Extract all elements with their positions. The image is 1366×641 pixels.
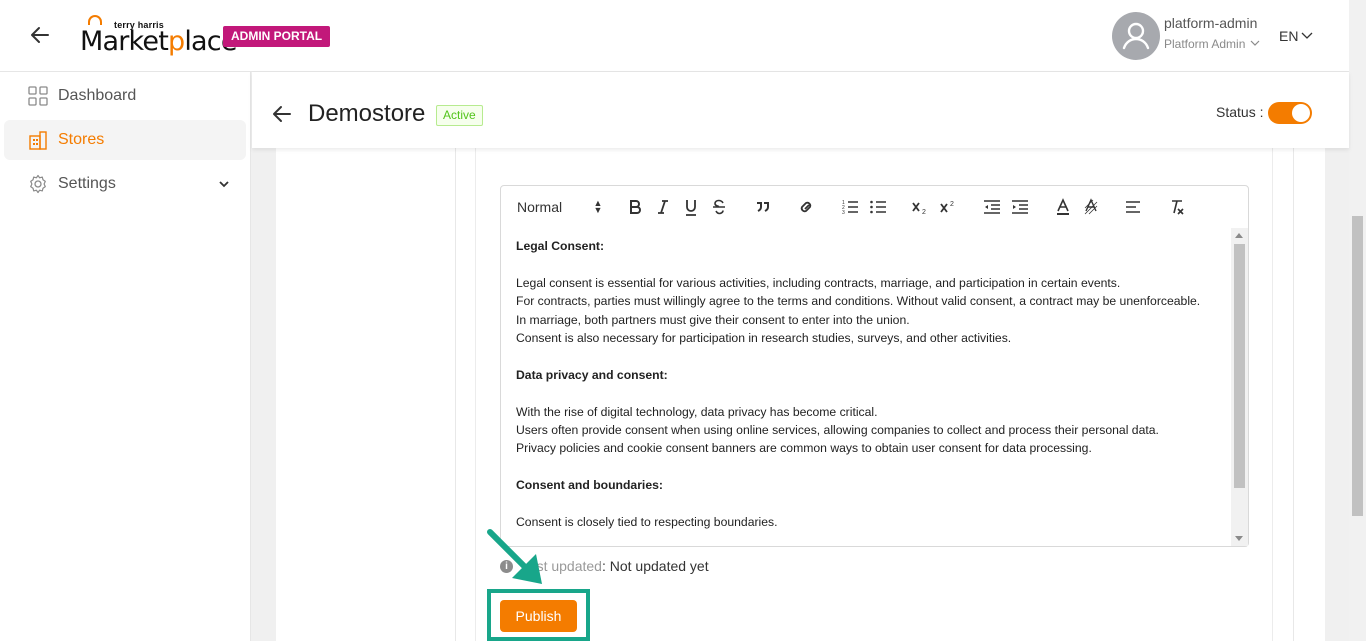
dashboard-icon: [28, 86, 48, 106]
sidebar-item-stores[interactable]: Stores: [4, 120, 246, 160]
last-updated-value: : Not updated yet: [601, 558, 709, 574]
outdent-icon[interactable]: [983, 196, 1001, 218]
annotation-arrow-icon: [487, 529, 542, 584]
bag-icon: [88, 15, 102, 25]
sidebar-item-label: Dashboard: [58, 87, 137, 104]
status-label: Status :: [1216, 104, 1264, 120]
page-title: Demostore: [308, 100, 426, 127]
clear-format-icon[interactable]: [1169, 196, 1185, 218]
sidebar-item-label: Settings: [58, 175, 116, 192]
ordered-list-icon[interactable]: 1 2 3: [841, 196, 859, 218]
select-arrows-icon[interactable]: ▲ ▼: [593, 196, 603, 218]
scroll-down-icon[interactable]: [1235, 536, 1243, 541]
sidebar-item-settings[interactable]: Settings: [4, 164, 246, 204]
user-avatar[interactable]: [1112, 12, 1160, 60]
marketplace-logo[interactable]: terry harris Marketplace: [78, 14, 237, 58]
content-line: Legal consent is essential for various a…: [516, 275, 1121, 290]
content-heading: Consent and boundaries:: [516, 478, 663, 493]
content-line: For contracts, parties must willingly ag…: [516, 294, 1201, 309]
scrollbar-thumb[interactable]: [1234, 244, 1245, 488]
content-line: Privacy policies and cookie consent bann…: [516, 441, 1092, 456]
page-header: Demostore Active Status :: [252, 72, 1349, 148]
indent-icon[interactable]: [1011, 196, 1029, 218]
language-selector[interactable]: EN: [1279, 28, 1298, 44]
editor-content[interactable]: Legal Consent: Legal consent is essentia…: [501, 228, 1230, 546]
bold-icon[interactable]: [627, 196, 643, 218]
divider: [455, 148, 456, 641]
back-arrow-icon[interactable]: [272, 104, 292, 124]
format-select[interactable]: Normal: [517, 196, 562, 218]
scroll-up-icon[interactable]: [1235, 233, 1243, 238]
bullet-list-icon[interactable]: [869, 196, 887, 218]
svg-text:3: 3: [842, 210, 845, 216]
top-header: terry harris Marketplace ADMIN PORTAL pl…: [0, 0, 1349, 72]
chevron-down-icon[interactable]: [1301, 30, 1313, 42]
scrollbar-thumb[interactable]: [1352, 216, 1363, 516]
status-toggle[interactable]: [1268, 102, 1312, 124]
content-line: Users often provide consent when using o…: [516, 423, 1159, 438]
content-line: Consent is closely tied to respecting bo…: [516, 515, 778, 530]
blockquote-icon[interactable]: [755, 196, 771, 218]
user-role[interactable]: Platform Admin: [1164, 37, 1245, 51]
svg-text:2: 2: [950, 201, 954, 208]
chevron-down-icon[interactable]: [1250, 38, 1260, 48]
user-name[interactable]: platform-admin: [1164, 15, 1257, 31]
align-icon[interactable]: [1125, 196, 1141, 218]
content-heading: Data privacy and consent:: [516, 367, 668, 382]
publish-button[interactable]: Publish: [500, 600, 577, 632]
logo-big-text: Marketplace: [80, 26, 237, 57]
italic-icon[interactable]: [655, 196, 671, 218]
content-line: With the rise of digital technology, dat…: [516, 404, 878, 419]
sidebar: Dashboard Stores Settings: [0, 72, 251, 641]
back-arrow-icon[interactable]: [28, 23, 52, 47]
stores-icon: [29, 131, 47, 150]
divider: [1293, 148, 1294, 641]
underline-icon[interactable]: [683, 196, 699, 218]
toggle-knob: [1292, 104, 1310, 122]
status-badge: Active: [436, 105, 483, 126]
user-icon: [1122, 22, 1150, 50]
editor-toolbar: Normal ▲ ▼ 1 2 3 2 2: [501, 186, 1248, 228]
svg-text:2: 2: [922, 209, 926, 216]
content-heading: Legal Consent:: [516, 239, 605, 253]
gear-icon: [30, 174, 46, 194]
sidebar-item-dashboard[interactable]: Dashboard: [4, 76, 246, 116]
content-line: In marriage, both partners must give the…: [516, 312, 910, 327]
editor-scrollbar[interactable]: [1231, 228, 1248, 546]
content-line: Consent is also necessary for participat…: [516, 331, 1012, 346]
subscript-icon[interactable]: 2: [911, 196, 929, 218]
sidebar-item-label: Stores: [58, 131, 105, 148]
superscript-icon[interactable]: 2: [939, 196, 957, 218]
chevron-down-icon[interactable]: [218, 178, 230, 190]
admin-portal-badge: ADMIN PORTAL: [223, 26, 331, 47]
rich-text-editor: Normal ▲ ▼ 1 2 3 2 2 Legal Consent: Lega…: [500, 185, 1249, 547]
background-color-icon[interactable]: [1083, 196, 1099, 218]
strikethrough-icon[interactable]: [711, 196, 727, 218]
link-icon[interactable]: [797, 196, 815, 218]
window-scrollbar[interactable]: [1349, 0, 1366, 641]
text-color-icon[interactable]: [1055, 196, 1071, 218]
